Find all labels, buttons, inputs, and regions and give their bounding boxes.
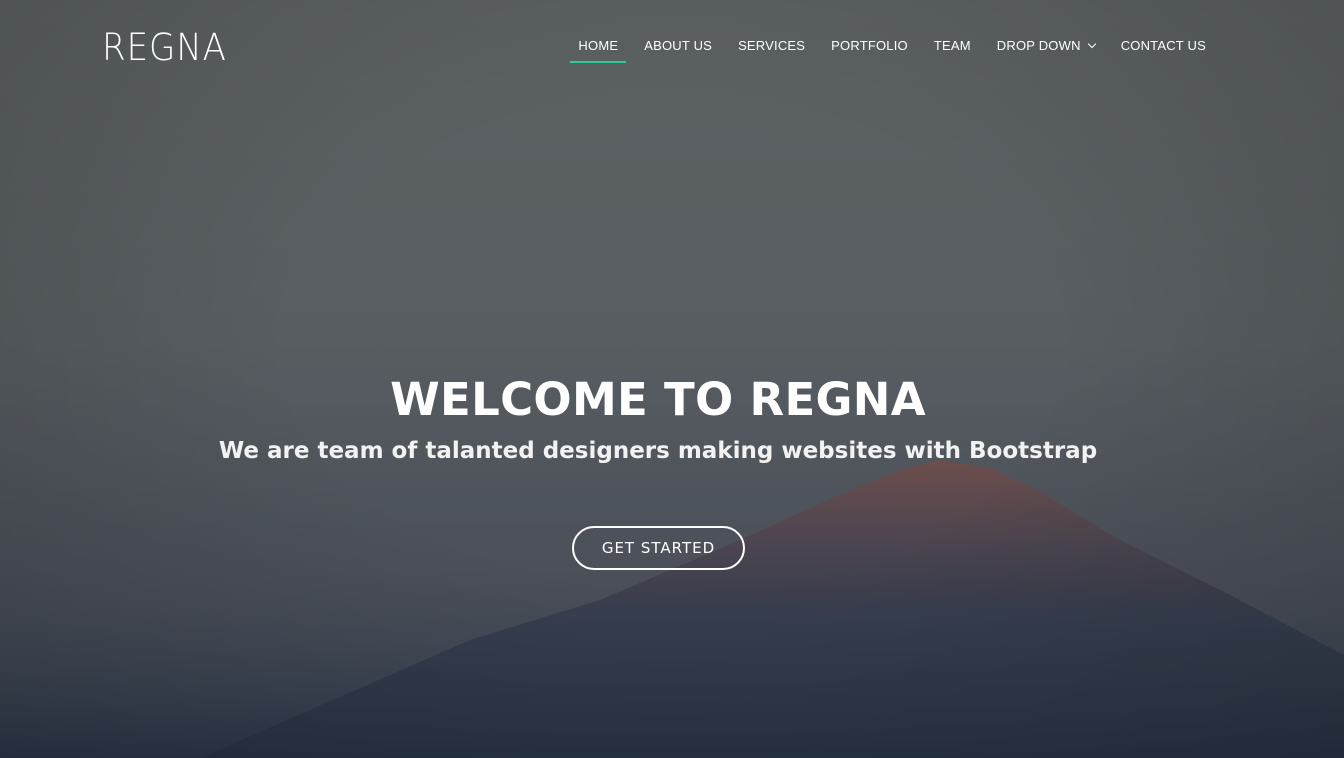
nav-item-label: ABOUT US (644, 38, 713, 53)
logo[interactable]: REGNA (102, 26, 227, 70)
hero-content: WELCOME TO REGNA We are team of talanted… (0, 372, 1316, 468)
hero-subtitle: We are team of talanted designers making… (218, 438, 1098, 464)
nav-item-team[interactable]: TEAM (926, 34, 979, 63)
hero-title: WELCOME TO REGNA (390, 373, 926, 426)
nav-item-contact-us[interactable]: CONTACT US (1113, 34, 1214, 63)
nav-item-services[interactable]: SERVICES (730, 34, 813, 63)
nav-item-label: SERVICES (738, 38, 806, 53)
nav-item-drop-down[interactable]: DROP DOWN (989, 34, 1103, 63)
header: REGNA HOME ABOUT US SERVICES PORTFOLIO T… (0, 0, 1344, 90)
nav-item-about-us[interactable]: ABOUT US (636, 34, 720, 63)
main-nav: HOME ABOUT US SERVICES PORTFOLIO TEAM DR… (560, 34, 1214, 63)
nav-item-home[interactable]: HOME (570, 34, 627, 63)
chevron-down-icon (1087, 39, 1096, 49)
nav-item-label: PORTFOLIO (831, 38, 908, 53)
nav-item-label: DROP DOWN (996, 38, 1081, 53)
nav-item-label: HOME (578, 38, 619, 53)
nav-item-label: CONTACT US (1120, 38, 1206, 53)
hero-section: REGNA HOME ABOUT US SERVICES PORTFOLIO T… (0, 0, 1344, 758)
get-started-button[interactable]: GET STARTED (572, 526, 745, 570)
nav-item-portfolio[interactable]: PORTFOLIO (823, 34, 916, 63)
nav-item-label: TEAM (933, 38, 971, 53)
